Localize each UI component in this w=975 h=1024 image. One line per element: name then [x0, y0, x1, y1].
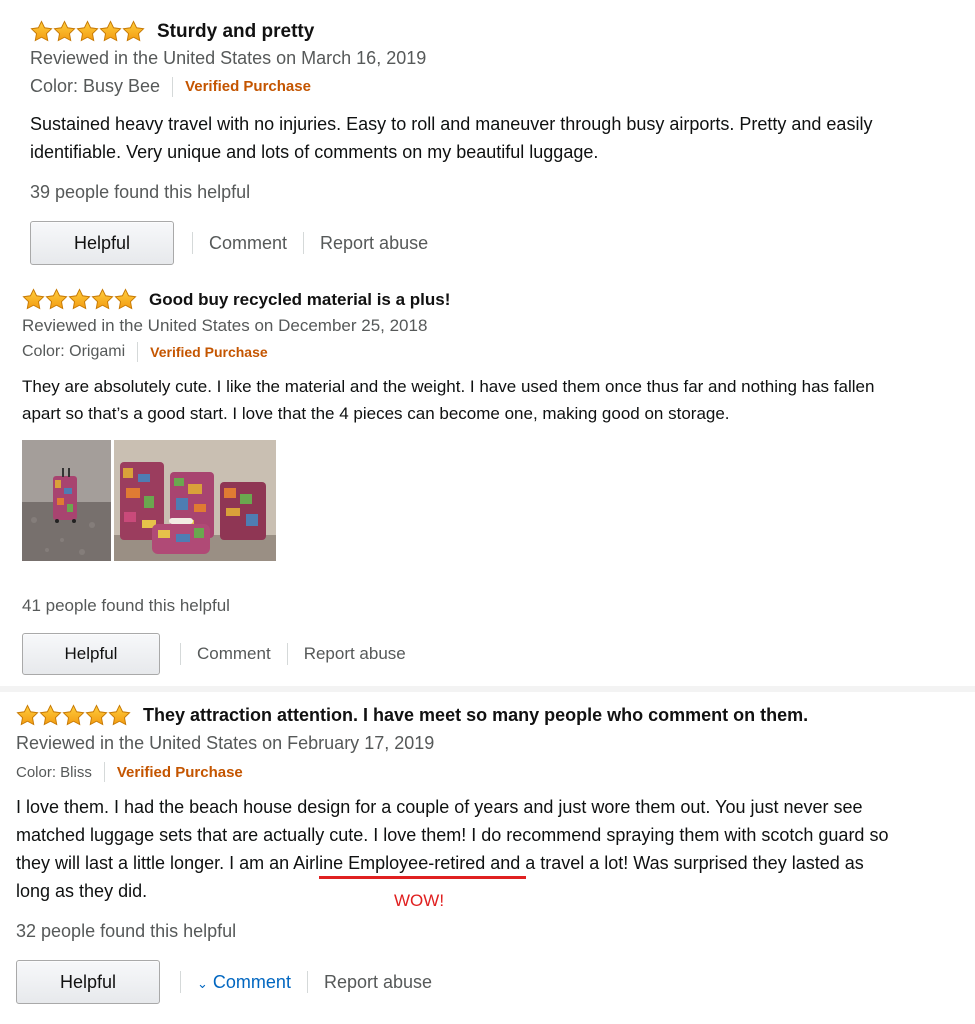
review-title-row: They attraction attention. I have meet s… [16, 704, 808, 727]
review-2: Good buy recycled material is a plus! Re… [0, 285, 975, 690]
star-icon [76, 20, 99, 43]
report-abuse-link[interactable]: Report abuse [324, 972, 432, 993]
review-body-line: they will last a little longer. I am an … [16, 853, 864, 873]
star-icon [53, 20, 76, 43]
review-actions: Helpful Comment Report abuse [22, 633, 406, 675]
helpful-button[interactable]: Helpful [16, 960, 160, 1004]
helpful-count: 39 people found this helpful [30, 182, 251, 202]
review-title[interactable]: They attraction attention. I have meet s… [143, 705, 808, 726]
star-icon [91, 288, 114, 311]
verified-purchase-badge: Verified Purchase [185, 78, 311, 95]
helpful-count: 32 people found this helpful [16, 921, 237, 941]
review-body-line: Sustained heavy travel with no injuries.… [30, 114, 873, 134]
star-rating[interactable] [30, 20, 145, 43]
review-1: Sturdy and pretty Reviewed in the United… [0, 0, 975, 285]
comment-toggle[interactable]: ⌄ Comment [197, 972, 291, 993]
star-icon [39, 704, 62, 727]
review-actions: Helpful ⌄ Comment Report abuse [16, 960, 432, 1004]
star-rating[interactable] [22, 288, 137, 311]
review-body-line: identifiable. Very unique and lots of co… [30, 142, 599, 162]
variant-color[interactable]: Color: Busy Bee [30, 76, 160, 97]
review-photo-thumbnail[interactable] [22, 440, 111, 561]
review-variant-row: Color: Origami Verified Purchase [22, 342, 268, 362]
variant-color[interactable]: Color: Origami [22, 343, 125, 361]
review-body-line: apart so that’s a good start. I love tha… [22, 404, 730, 423]
helpful-button[interactable]: Helpful [30, 221, 174, 265]
star-icon [114, 288, 137, 311]
star-icon [22, 288, 45, 311]
review-date: Reviewed in the United States on Februar… [16, 733, 435, 753]
comment-link[interactable]: Comment [213, 972, 291, 992]
helpful-count: 41 people found this helpful [22, 596, 230, 615]
divider [303, 232, 305, 254]
review-title-row: Good buy recycled material is a plus! [22, 288, 450, 311]
review-photo-thumbnail[interactable] [114, 440, 276, 561]
divider [306, 971, 308, 993]
review-3: They attraction attention. I have meet s… [0, 690, 975, 1024]
helpful-button[interactable]: Helpful [22, 633, 160, 675]
verified-purchase-badge: Verified Purchase [116, 763, 243, 781]
star-icon [85, 704, 108, 727]
review-actions: Helpful Comment Report abuse [30, 221, 428, 265]
review-date: Reviewed in the United States on Decembe… [22, 316, 428, 335]
star-icon [122, 20, 145, 43]
divider [137, 342, 139, 362]
star-icon [62, 704, 85, 727]
review-title[interactable]: Good buy recycled material is a plus! [149, 290, 450, 310]
review-body: I love them. I had the beach house desig… [16, 793, 888, 905]
red-underline-annotation [319, 876, 526, 879]
review-title-row: Sturdy and pretty [30, 20, 314, 43]
divider [286, 643, 288, 665]
review-body-line: I love them. I had the beach house desig… [16, 797, 863, 817]
review-body: Sustained heavy travel with no injuries.… [30, 110, 872, 166]
review-body-line: matched luggage sets that are actually c… [16, 825, 889, 845]
review-title[interactable]: Sturdy and pretty [157, 21, 314, 43]
divider [103, 762, 105, 782]
chevron-down-icon: ⌄ [197, 975, 208, 991]
report-abuse-link[interactable]: Report abuse [304, 644, 406, 664]
highlighted-phrase: Airline Employee-retired [293, 853, 486, 873]
star-icon [68, 288, 91, 311]
variant-color[interactable]: Color: Bliss [16, 764, 92, 781]
divider [172, 76, 174, 97]
review-body: They are absolutely cute. I like the mat… [22, 373, 874, 427]
star-icon [108, 704, 131, 727]
divider [180, 643, 181, 665]
review-photos [22, 440, 279, 561]
wow-annotation: WOW! [394, 891, 445, 910]
review-variant-row: Color: Bliss Verified Purchase [16, 762, 243, 782]
star-icon [45, 288, 68, 311]
star-icon [30, 20, 53, 43]
comment-link[interactable]: Comment [209, 233, 287, 254]
star-rating[interactable] [16, 704, 131, 727]
verified-purchase-badge: Verified Purchase [150, 344, 268, 360]
review-body-line: long as they did. [16, 881, 148, 901]
comment-link[interactable]: Comment [197, 644, 271, 664]
divider [192, 232, 193, 254]
star-icon [99, 20, 122, 43]
review-body-line: They are absolutely cute. I like the mat… [22, 377, 875, 396]
review-date: Reviewed in the United States on March 1… [30, 48, 427, 68]
review-variant-row: Color: Busy Bee Verified Purchase [30, 76, 311, 97]
report-abuse-link[interactable]: Report abuse [320, 233, 428, 254]
divider [180, 971, 181, 993]
star-icon [16, 704, 39, 727]
